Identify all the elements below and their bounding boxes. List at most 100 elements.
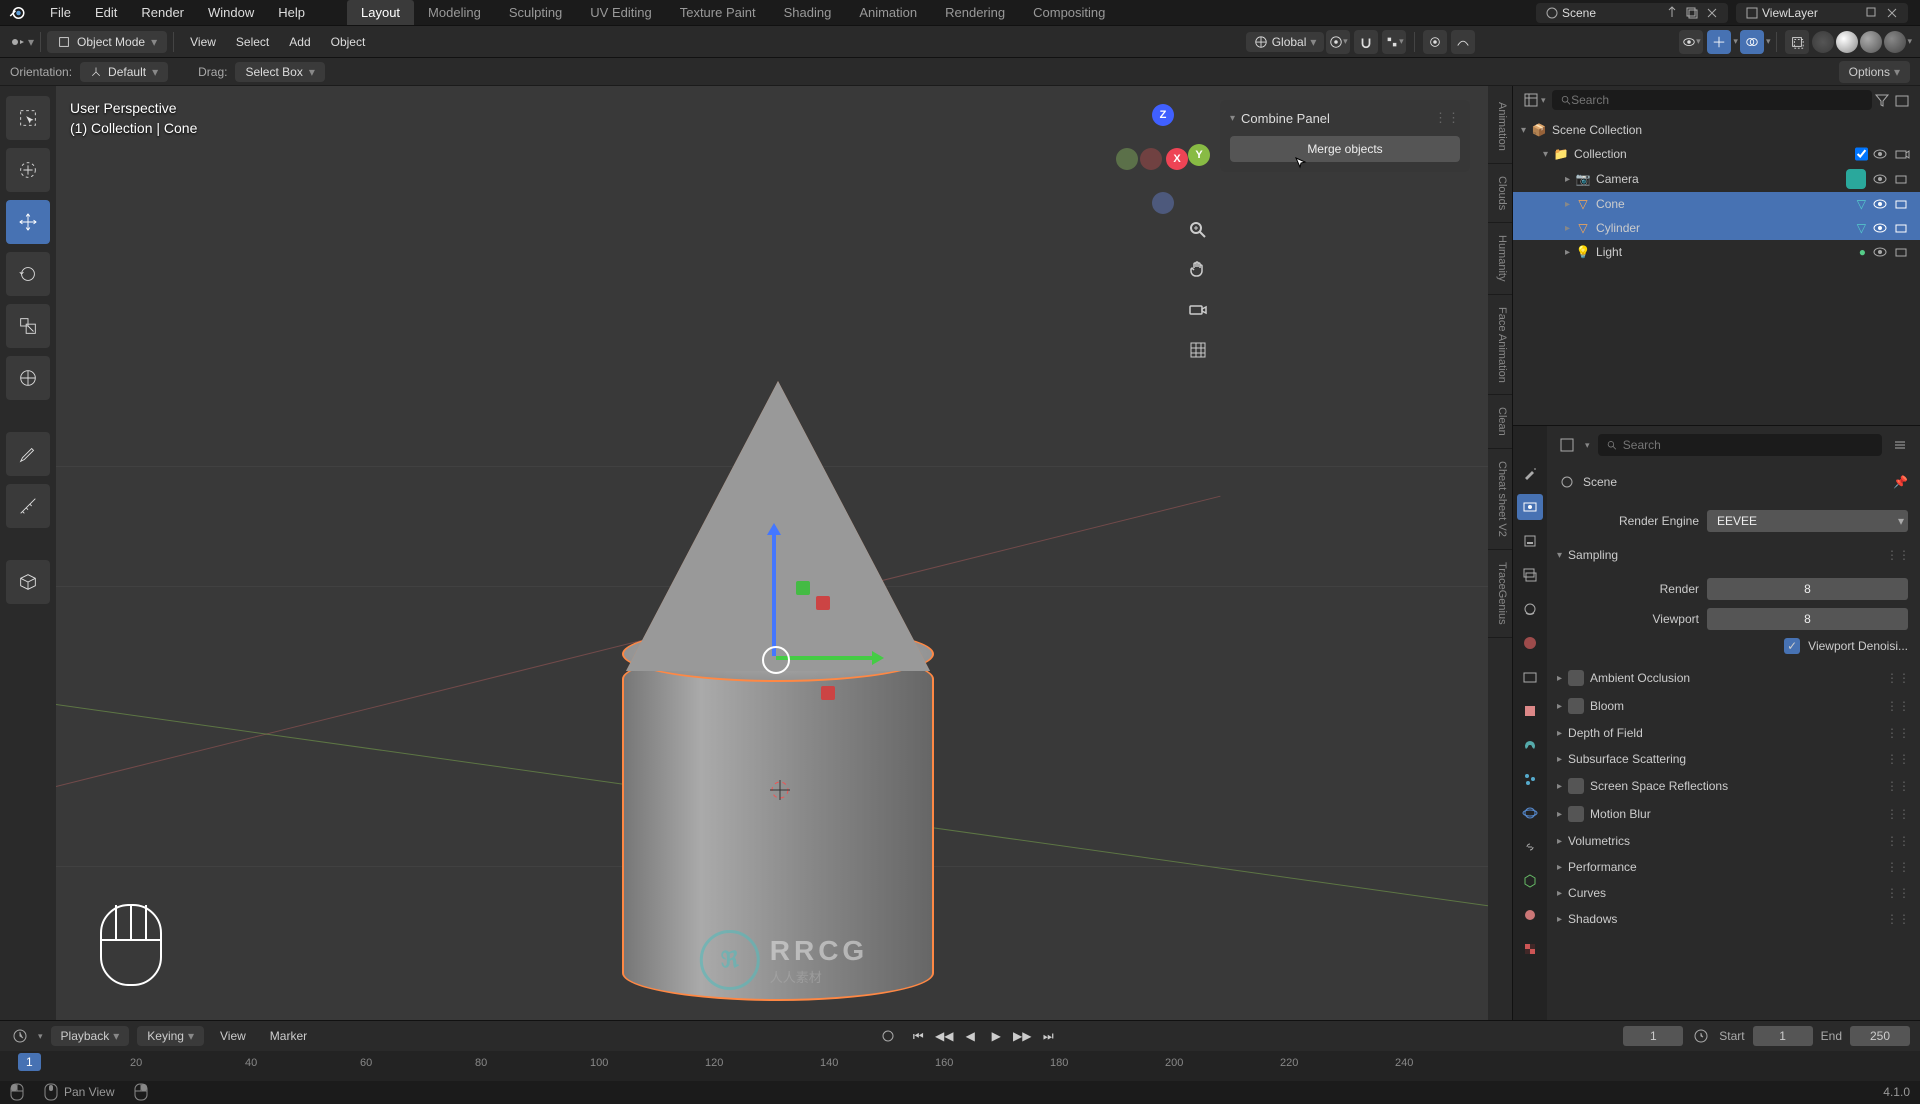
proportional-edit[interactable] bbox=[1423, 30, 1447, 54]
camera-view-icon[interactable] bbox=[1184, 296, 1212, 324]
menu-render[interactable]: Render bbox=[129, 1, 196, 24]
tab-sculpting[interactable]: Sculpting bbox=[495, 0, 576, 25]
eye-icon[interactable] bbox=[1872, 171, 1888, 187]
section-motion-blur[interactable]: ▸Motion Blur⋮⋮ bbox=[1547, 800, 1920, 828]
outliner-search-input[interactable] bbox=[1571, 93, 1864, 107]
tab-texture[interactable] bbox=[1517, 936, 1543, 962]
tab-viewlayer[interactable] bbox=[1517, 562, 1543, 588]
header-object[interactable]: Object bbox=[321, 31, 376, 53]
tab-particle[interactable] bbox=[1517, 766, 1543, 792]
axis-y[interactable]: Y bbox=[1188, 144, 1210, 166]
outliner-search[interactable] bbox=[1552, 90, 1872, 110]
transform-orientation[interactable]: Global ▾ bbox=[1246, 32, 1325, 52]
snap-dropdown[interactable]: ▾ bbox=[1382, 30, 1406, 54]
camera-render-icon[interactable] bbox=[1894, 171, 1910, 187]
section-shadows[interactable]: ▸Shadows⋮⋮ bbox=[1547, 906, 1920, 932]
shading-solid[interactable] bbox=[1836, 31, 1858, 53]
scene-name-input[interactable] bbox=[1562, 6, 1662, 20]
eye-icon[interactable] bbox=[1872, 244, 1888, 260]
side-tab-humanity[interactable]: Humanity bbox=[1488, 223, 1512, 294]
gizmo-x-axis[interactable] bbox=[776, 656, 881, 660]
tool-select-box[interactable] bbox=[6, 96, 50, 140]
merge-objects-button[interactable]: Merge objects bbox=[1230, 136, 1460, 162]
section-dof[interactable]: ▸Depth of Field⋮⋮ bbox=[1547, 720, 1920, 746]
motion-blur-checkbox[interactable] bbox=[1568, 806, 1584, 822]
axis-neg-z[interactable] bbox=[1152, 192, 1174, 214]
light-row[interactable]: ▸ 💡 Light ● bbox=[1513, 240, 1920, 264]
playback-dropdown[interactable]: Playback▾ bbox=[51, 1026, 130, 1046]
camera-render-icon[interactable] bbox=[1894, 244, 1910, 260]
tab-constraint[interactable] bbox=[1517, 834, 1543, 860]
side-tab-tracegenius[interactable]: TraceGenius bbox=[1488, 550, 1512, 638]
side-tab-animation[interactable]: Animation bbox=[1488, 90, 1512, 164]
play-reverse-icon[interactable]: ◀ bbox=[958, 1024, 982, 1048]
tab-object[interactable] bbox=[1517, 698, 1543, 724]
gizmo-z-axis[interactable] bbox=[772, 526, 776, 656]
outliner-editor-icon[interactable] bbox=[1523, 92, 1539, 108]
camera-row[interactable]: ▸ 📷 Camera bbox=[1513, 166, 1920, 192]
drag-handle-icon[interactable]: ⋮⋮ bbox=[1434, 110, 1460, 126]
timeline-editor-icon[interactable] bbox=[12, 1028, 28, 1044]
axis-neg-y[interactable] bbox=[1116, 148, 1138, 170]
shading-material[interactable] bbox=[1860, 31, 1882, 53]
menu-window[interactable]: Window bbox=[196, 1, 266, 24]
autokey-icon[interactable] bbox=[880, 1028, 896, 1044]
section-ssr[interactable]: ▸Screen Space Reflections⋮⋮ bbox=[1547, 772, 1920, 800]
section-sss[interactable]: ▸Subsurface Scattering⋮⋮ bbox=[1547, 746, 1920, 772]
gizmo-toggle[interactable] bbox=[1707, 30, 1731, 54]
header-add[interactable]: Add bbox=[279, 31, 320, 53]
options-icon[interactable] bbox=[1892, 437, 1908, 453]
tool-transform[interactable] bbox=[6, 356, 50, 400]
play-icon[interactable]: ▶ bbox=[984, 1024, 1008, 1048]
gizmo-x-handle[interactable] bbox=[816, 596, 830, 610]
sampling-section[interactable]: ▾ Sampling ⋮⋮ bbox=[1547, 542, 1920, 568]
pin-icon[interactable]: 📌 bbox=[1893, 475, 1908, 489]
options-dropdown[interactable]: Options ▾ bbox=[1839, 61, 1910, 83]
clock-icon[interactable] bbox=[1693, 1028, 1709, 1044]
navigation-gizmo[interactable]: Z X Y bbox=[1112, 104, 1212, 204]
bloom-checkbox[interactable] bbox=[1568, 698, 1584, 714]
close-icon[interactable] bbox=[1704, 5, 1720, 21]
tab-world[interactable] bbox=[1517, 630, 1543, 656]
shading-wireframe[interactable] bbox=[1812, 31, 1834, 53]
mode-dropdown[interactable]: Object Mode ▾ bbox=[47, 31, 167, 53]
camera-render-icon[interactable] bbox=[1894, 146, 1910, 162]
side-tab-clean[interactable]: Clean bbox=[1488, 395, 1512, 449]
tab-scene[interactable] bbox=[1517, 596, 1543, 622]
tab-render[interactable] bbox=[1517, 494, 1543, 520]
render-engine-dropdown[interactable]: EEVEE ▾ bbox=[1707, 510, 1908, 532]
menu-help[interactable]: Help bbox=[266, 1, 317, 24]
viewport-samples-input[interactable]: 8 bbox=[1707, 608, 1908, 630]
properties-search[interactable] bbox=[1598, 434, 1882, 456]
scene-selector[interactable] bbox=[1536, 3, 1728, 23]
tab-tool[interactable] bbox=[1517, 460, 1543, 486]
tab-layout[interactable]: Layout bbox=[347, 0, 414, 25]
tab-collection[interactable] bbox=[1517, 664, 1543, 690]
collection-row[interactable]: ▾ 📁 Collection bbox=[1513, 142, 1920, 166]
tool-cursor[interactable] bbox=[6, 148, 50, 192]
side-tab-clouds[interactable]: Clouds bbox=[1488, 164, 1512, 223]
tab-uv-editing[interactable]: UV Editing bbox=[576, 0, 665, 25]
ao-checkbox[interactable] bbox=[1568, 670, 1584, 686]
perspective-toggle-icon[interactable] bbox=[1184, 336, 1212, 364]
timeline-marker[interactable]: Marker bbox=[262, 1026, 315, 1046]
prev-keyframe-icon[interactable]: ◀◀ bbox=[932, 1024, 956, 1048]
cylinder-object[interactable] bbox=[622, 651, 934, 1001]
collection-checkbox[interactable] bbox=[1855, 146, 1868, 162]
ssr-checkbox[interactable] bbox=[1568, 778, 1584, 794]
timeline-view[interactable]: View bbox=[212, 1026, 254, 1046]
camera-render-icon[interactable] bbox=[1894, 220, 1910, 236]
tab-shading[interactable]: Shading bbox=[770, 0, 846, 25]
eye-icon[interactable] bbox=[1872, 220, 1888, 236]
tab-material[interactable] bbox=[1517, 902, 1543, 928]
tab-animation[interactable]: Animation bbox=[845, 0, 931, 25]
geometry-nodes-badge-icon[interactable] bbox=[1846, 169, 1866, 189]
pivot-dropdown[interactable]: ▾ bbox=[1326, 30, 1350, 54]
tool-rotate[interactable] bbox=[6, 252, 50, 296]
tab-modeling[interactable]: Modeling bbox=[414, 0, 495, 25]
axis-neg-x[interactable] bbox=[1140, 148, 1162, 170]
scene-collection-row[interactable]: ▾ 📦 Scene Collection bbox=[1513, 118, 1920, 142]
gizmo-y-handle[interactable] bbox=[796, 581, 810, 595]
cylinder-row[interactable]: ▸ ▽ Cylinder ▽ bbox=[1513, 216, 1920, 240]
section-curves[interactable]: ▸Curves⋮⋮ bbox=[1547, 880, 1920, 906]
